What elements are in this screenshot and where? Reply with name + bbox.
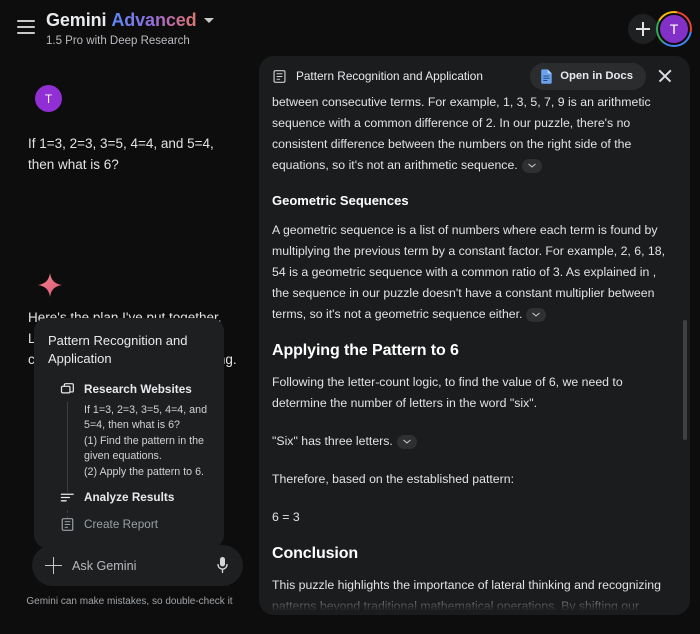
document-scrollbar-thumb[interactable] <box>683 320 687 440</box>
avatar: T <box>658 13 690 45</box>
document-scrollbar[interactable] <box>683 140 687 607</box>
document-paragraph: This puzzle highlights the importance of… <box>272 578 661 613</box>
document-body[interactable]: between consecutive terms. For example, … <box>259 96 690 615</box>
brand-title[interactable]: Gemini Advanced <box>46 9 214 31</box>
plan-step-create-report[interactable]: Create Report <box>48 517 210 532</box>
account-avatar-button[interactable]: T <box>656 11 692 47</box>
document-paragraph: A geometric sequence is a list of number… <box>272 220 666 325</box>
top-bar: Gemini Advanced 1.5 Pro with Deep Resear… <box>0 0 700 58</box>
plan-step-analyze-results[interactable]: Analyze Results <box>48 490 210 520</box>
document-result-value: 6 = 3 <box>272 510 300 524</box>
user-avatar: T <box>35 85 62 112</box>
plan-step-spacer <box>48 505 210 517</box>
plan-step-body: If 1=3, 2=3, 3=5, 4=4, and 5=4, then wha… <box>84 404 208 478</box>
plan-step-label: Create Report <box>84 518 159 532</box>
plan-step-connector <box>67 402 68 493</box>
open-in-docs-button[interactable]: Open in Docs <box>530 62 646 90</box>
new-chat-button[interactable] <box>628 14 658 44</box>
chevron-down-icon[interactable] <box>203 18 214 23</box>
chevron-down-icon[interactable] <box>521 158 542 173</box>
paragraph-text: "Six" has three letters. <box>272 434 393 448</box>
brand-block: Gemini Advanced 1.5 Pro with Deep Resear… <box>46 9 214 48</box>
composer-input[interactable]: Ask Gemini <box>32 545 243 586</box>
create-report-icon <box>60 517 75 532</box>
research-plan-card[interactable]: Pattern Recognition and Application Rese… <box>34 318 224 549</box>
research-websites-icon <box>60 382 75 397</box>
close-icon[interactable] <box>654 65 676 87</box>
paragraph-text: A geometric sequence is a list of number… <box>272 223 666 321</box>
hamburger-icon[interactable] <box>17 20 35 34</box>
document-paragraph: between consecutive terms. For example, … <box>272 96 666 176</box>
plan-step-label: Research Websites <box>84 383 192 396</box>
plan-title: Pattern Recognition and Application <box>48 333 188 366</box>
document-title: Pattern Recognition and Application <box>296 69 483 83</box>
attach-plus-icon[interactable] <box>45 557 62 574</box>
composer-placeholder: Ask Gemini <box>72 558 137 573</box>
model-subtitle: 1.5 Pro with Deep Research <box>46 35 190 47</box>
open-in-docs-label: Open in Docs <box>560 70 633 82</box>
user-message: If 1=3, 2=3, 3=5, 4=4, and 5=4, then wha… <box>28 136 214 172</box>
microphone-icon[interactable] <box>215 556 230 575</box>
document-heading: Geometric Sequences <box>272 193 409 208</box>
document-panel-header: Pattern Recognition and Application Open… <box>259 56 690 96</box>
google-docs-icon <box>540 68 553 84</box>
document-heading: Applying the Pattern to 6 <box>272 342 459 359</box>
chevron-down-icon[interactable] <box>526 307 547 322</box>
plan-step-research-websites[interactable]: Research Websites If 1=3, 2=3, 3=5, 4=4,… <box>48 382 210 493</box>
sparkle-icon <box>36 271 64 299</box>
document-icon <box>272 69 287 84</box>
document-paragraph: Therefore, based on the established patt… <box>272 472 514 486</box>
analyze-results-icon <box>60 490 75 505</box>
document-heading: Conclusion <box>272 545 359 562</box>
document-paragraph: Following the letter-count logic, to fin… <box>272 375 623 410</box>
document-scroll-content: between consecutive terms. For example, … <box>272 96 666 615</box>
brand-name: Gemini <box>46 10 107 30</box>
disclaimer-text: Gemini can make mistakes, so double-chec… <box>26 596 233 607</box>
brand-tier: Advanced <box>111 10 197 30</box>
chevron-down-icon[interactable] <box>396 434 417 449</box>
document-paragraph: "Six" has three letters. <box>272 431 666 452</box>
document-panel: Pattern Recognition and Application Open… <box>259 56 690 615</box>
plan-step-label: Analyze Results <box>84 491 175 505</box>
paragraph-text: between consecutive terms. For example, … <box>272 96 651 172</box>
